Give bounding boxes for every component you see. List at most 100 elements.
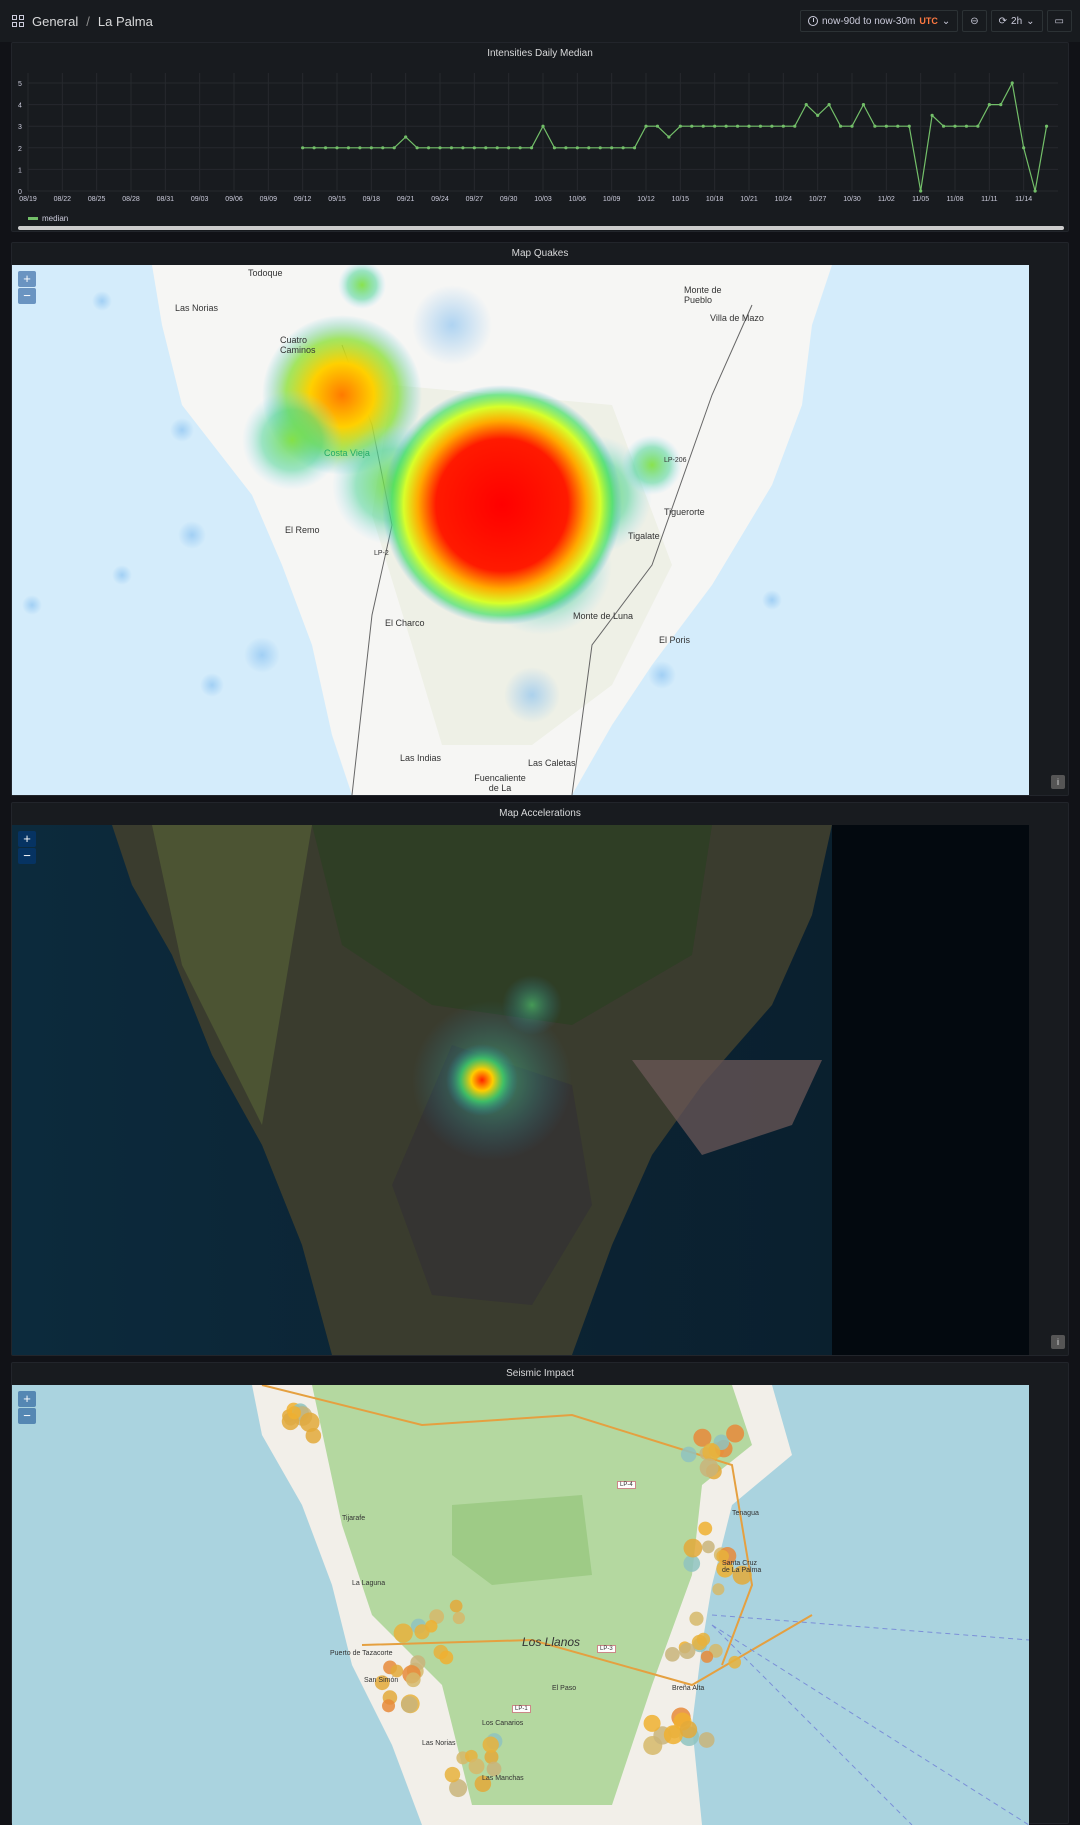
zoom-in-button[interactable]: + <box>18 271 36 287</box>
impact-marker[interactable] <box>683 1555 701 1572</box>
data-point <box>564 146 568 150</box>
data-point <box>667 135 671 139</box>
time-range-picker[interactable]: now-90d to now-30m UTC ⌄ <box>799 10 959 32</box>
panel-title[interactable]: Map Accelerations <box>12 803 1068 825</box>
info-icon[interactable]: i <box>1051 775 1065 789</box>
impact-marker[interactable] <box>679 1642 696 1660</box>
impact-marker[interactable] <box>381 1699 396 1713</box>
impact-marker[interactable] <box>712 1583 725 1596</box>
impact-marker[interactable] <box>679 1720 698 1739</box>
breadcrumb: General / La Palma <box>12 14 153 29</box>
impact-marker[interactable] <box>700 1650 714 1663</box>
map-label: Las Caletas <box>528 758 576 768</box>
impact-marker[interactable] <box>699 1458 719 1478</box>
map-label: Fuencaliente de La <box>474 773 526 793</box>
impact-marker[interactable] <box>698 1521 713 1536</box>
map-label: Las Norias <box>175 303 219 313</box>
impact-marker[interactable] <box>405 1672 421 1688</box>
map-label: Los Llanos <box>522 1635 581 1649</box>
zoom-in-button[interactable]: + <box>18 831 36 847</box>
impact-marker[interactable] <box>665 1646 680 1662</box>
impact-marker[interactable] <box>439 1650 454 1665</box>
impact-marker[interactable] <box>468 1758 485 1775</box>
x-tick-label: 10/09 <box>603 196 621 203</box>
data-point <box>953 124 957 128</box>
data-point <box>713 124 717 128</box>
data-point <box>735 124 740 128</box>
data-point <box>804 103 808 107</box>
data-point <box>495 146 499 150</box>
impact-marker[interactable] <box>287 1406 302 1420</box>
data-point <box>404 135 408 139</box>
zoom-out-button[interactable]: − <box>18 1408 36 1424</box>
zoom-out-button[interactable]: ⊖ <box>962 10 987 32</box>
map-label: El Paso <box>552 1685 577 1692</box>
panel-title[interactable]: Map Quakes <box>12 243 1068 265</box>
info-icon[interactable]: i <box>1051 1335 1065 1349</box>
road-label: LP-3 <box>597 1645 616 1653</box>
dashboards-grid-icon[interactable] <box>12 15 24 27</box>
tv-mode-button[interactable]: ▭ <box>1046 10 1072 32</box>
data-point <box>484 146 488 150</box>
x-tick-label: 11/05 <box>912 196 929 203</box>
map-label: La Laguna <box>352 1580 386 1587</box>
data-point <box>587 146 591 150</box>
impact-marker[interactable] <box>643 1714 661 1732</box>
impact-marker[interactable] <box>689 1611 704 1626</box>
impact-marker[interactable] <box>680 1446 697 1463</box>
x-tick-label: 10/15 <box>672 196 690 203</box>
data-point <box>346 146 351 150</box>
data-point <box>1022 146 1026 150</box>
map-label: Monte de Luna <box>573 611 634 621</box>
impact-marker[interactable] <box>414 1624 430 1640</box>
chart-legend[interactable]: median <box>28 214 68 223</box>
data-point <box>358 146 362 150</box>
map-label: Breña Alta <box>672 1685 705 1692</box>
impact-marker[interactable] <box>702 1443 721 1462</box>
impact-marker[interactable] <box>401 1696 418 1713</box>
y-tick-label: 5 <box>18 81 22 88</box>
impact-marker[interactable] <box>444 1766 461 1783</box>
impact-marker[interactable] <box>726 1424 745 1443</box>
refresh-picker[interactable]: ⟳ 2h ⌄ <box>990 10 1043 32</box>
zoom-in-button[interactable]: + <box>18 1391 36 1407</box>
impact-marker[interactable] <box>702 1540 715 1554</box>
x-tick-label: 09/18 <box>363 196 381 203</box>
x-tick-label: 10/27 <box>809 196 827 203</box>
accelerations-map[interactable]: + − <box>12 825 1029 1355</box>
data-point <box>896 124 900 128</box>
impact-marker[interactable] <box>482 1736 499 1753</box>
data-point <box>449 146 454 150</box>
impact-marker[interactable] <box>449 1599 463 1613</box>
data-point <box>907 124 911 128</box>
data-point <box>621 146 625 150</box>
breadcrumb-folder[interactable]: General <box>32 14 78 29</box>
data-point <box>976 124 980 128</box>
data-point <box>552 146 557 150</box>
data-point <box>610 146 614 150</box>
data-point <box>850 124 854 128</box>
zoom-control: + − <box>18 1391 36 1424</box>
impact-marker[interactable] <box>390 1664 404 1678</box>
data-point <box>369 146 373 150</box>
impact-marker[interactable] <box>305 1427 322 1444</box>
panel-intensities: Intensities Daily Median 0 1 2 3 4 5 08/19 08/2… <box>11 42 1069 232</box>
data-point <box>964 124 969 128</box>
y-tick-label: 3 <box>18 124 22 131</box>
impact-marker[interactable] <box>683 1538 703 1558</box>
impact-marker[interactable] <box>452 1611 466 1625</box>
data-point <box>747 124 751 128</box>
impact-marker[interactable] <box>728 1655 742 1669</box>
horizontal-scrollbar[interactable] <box>18 226 1064 230</box>
panel-title[interactable]: Seismic Impact <box>12 1363 1068 1385</box>
data-point <box>541 124 545 128</box>
impact-marker[interactable] <box>698 1732 715 1748</box>
impact-marker[interactable] <box>393 1623 413 1643</box>
zoom-out-button[interactable]: − <box>18 848 36 864</box>
breadcrumb-dashboard[interactable]: La Palma <box>98 14 153 29</box>
impact-map[interactable]: Tijarafe Puerto de Tazacorte San Simón L… <box>12 1385 1029 1825</box>
x-tick-label: 09/24 <box>431 196 449 203</box>
zoom-out-button[interactable]: − <box>18 288 36 304</box>
quakes-map[interactable]: Todoque Las Norias Cuatro Caminos Costa … <box>12 265 1029 795</box>
map-label: Tigalate <box>628 531 660 541</box>
